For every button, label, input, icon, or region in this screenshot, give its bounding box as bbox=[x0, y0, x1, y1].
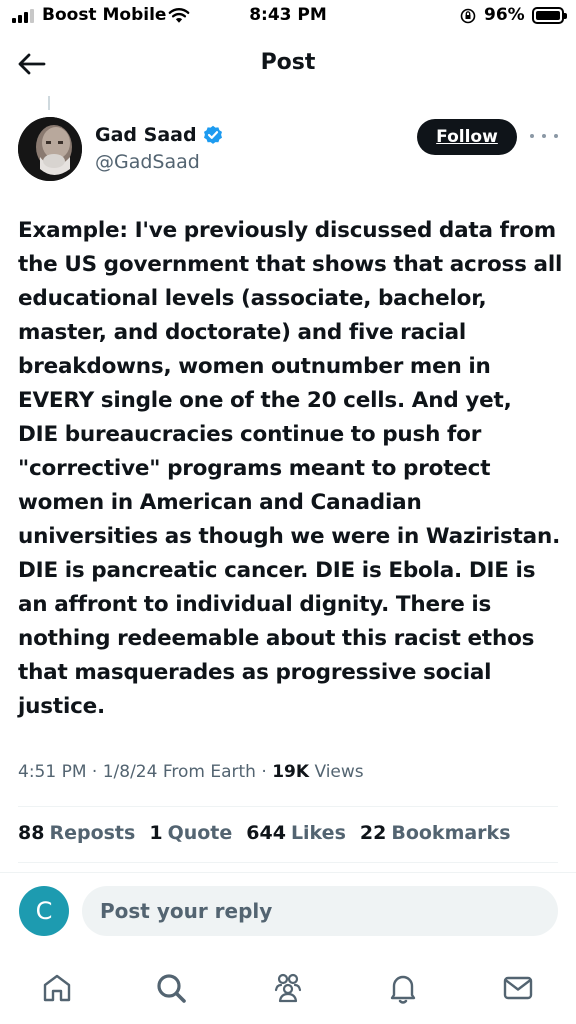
views-label: Views bbox=[314, 762, 364, 782]
page-title: Post bbox=[260, 50, 316, 75]
thread-connector-line bbox=[48, 96, 50, 110]
bookmarks-count: 22 bbox=[359, 822, 387, 844]
author-avatar[interactable] bbox=[18, 117, 82, 181]
likes-label: Likes bbox=[290, 822, 346, 844]
tab-messages[interactable] bbox=[498, 968, 538, 1008]
tab-home[interactable] bbox=[37, 968, 77, 1008]
bookmarks-label: Bookmarks bbox=[391, 822, 511, 844]
reposts-label: Reposts bbox=[49, 822, 136, 844]
post-source: From Earth bbox=[162, 762, 256, 782]
reply-input[interactable]: Post your reply bbox=[82, 886, 558, 936]
post-time: 4:51 PM bbox=[18, 762, 87, 782]
quotes-stat[interactable]: 1 Quote bbox=[149, 822, 232, 844]
reposts-count: 88 bbox=[18, 822, 45, 844]
author-name-text: Gad Saad bbox=[95, 124, 197, 146]
post-meta: 4:51 PM · 1/8/24 From Earth · 19K Views bbox=[18, 762, 364, 782]
orientation-lock-icon bbox=[460, 8, 476, 24]
home-icon bbox=[43, 974, 71, 1002]
tab-search[interactable] bbox=[151, 968, 191, 1008]
likes-count: 644 bbox=[246, 822, 286, 844]
communities-icon bbox=[274, 973, 302, 1003]
user-avatar[interactable]: C bbox=[19, 886, 69, 936]
divider bbox=[18, 862, 558, 863]
follow-button[interactable]: Follow bbox=[417, 119, 517, 155]
bookmarks-stat[interactable]: 22 Bookmarks bbox=[360, 822, 511, 844]
notifications-icon bbox=[390, 975, 416, 1004]
tab-notifications[interactable] bbox=[383, 968, 423, 1008]
battery-percentage: 96% bbox=[484, 5, 525, 25]
divider bbox=[0, 872, 576, 873]
messages-icon bbox=[503, 976, 533, 1000]
author-handle: @GadSaad bbox=[95, 151, 200, 173]
status-bar: Boost Mobile 8:43 PM 96% bbox=[0, 0, 576, 34]
author-name[interactable]: Gad Saad bbox=[95, 124, 223, 146]
bottom-tab-bar bbox=[0, 960, 576, 1016]
nav-header: Post bbox=[0, 38, 576, 90]
quotes-count: 1 bbox=[149, 822, 163, 844]
divider bbox=[18, 806, 558, 807]
verified-badge-icon bbox=[203, 125, 222, 144]
post-date: 1/8/24 bbox=[102, 762, 158, 782]
search-icon bbox=[157, 974, 186, 1003]
likes-stat[interactable]: 644 Likes bbox=[246, 822, 346, 844]
reposts-stat[interactable]: 88 Reposts bbox=[18, 822, 135, 844]
tab-communities[interactable] bbox=[268, 968, 308, 1008]
more-options-icon[interactable] bbox=[530, 126, 558, 146]
views-count: 19K bbox=[272, 762, 310, 782]
engagement-stats: 88 Reposts 1 Quote 644 Likes 22 Bookmarks bbox=[18, 822, 511, 844]
post-text: Example: I've previously discussed data … bbox=[18, 218, 563, 719]
quotes-label: Quote bbox=[167, 822, 233, 844]
battery-icon bbox=[532, 7, 567, 24]
author-photo bbox=[18, 117, 82, 181]
